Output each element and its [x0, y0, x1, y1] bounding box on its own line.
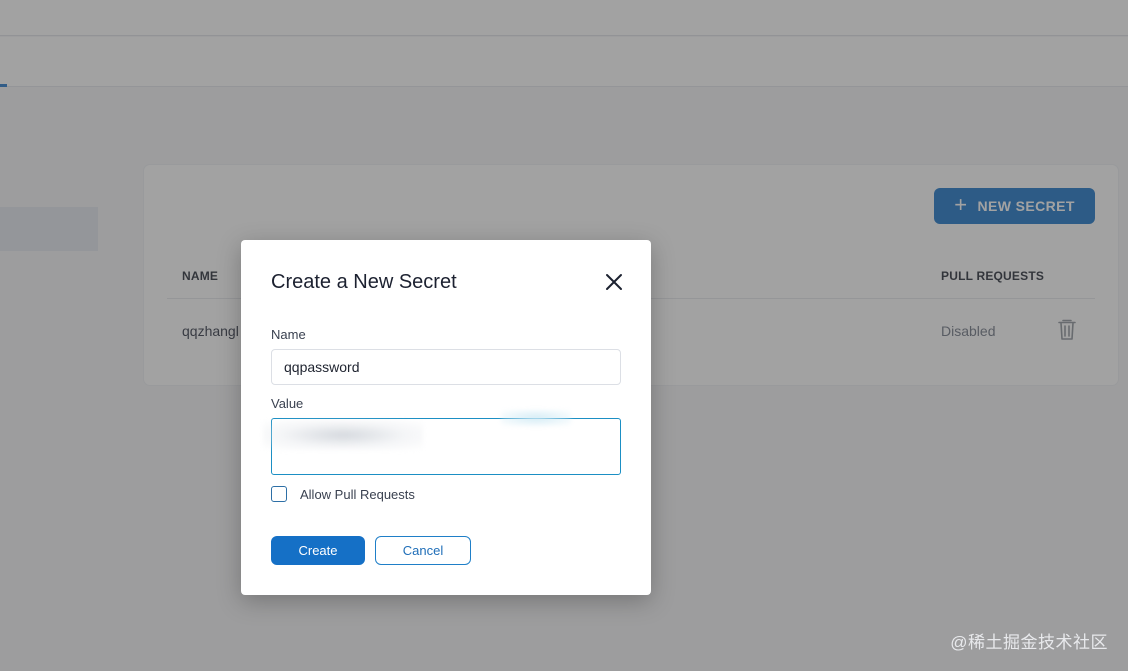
allow-pull-requests-row[interactable]: Allow Pull Requests [271, 486, 415, 502]
watermark: @稀土掘金技术社区 [950, 633, 1108, 652]
create-secret-dialog: Create a New Secret Name Value Allow Pul… [241, 240, 651, 595]
dialog-title: Create a New Secret [271, 271, 457, 293]
cancel-button[interactable]: Cancel [375, 536, 471, 565]
close-icon[interactable] [603, 271, 625, 293]
secret-value-input[interactable] [271, 418, 621, 475]
value-field-label: Value [271, 396, 304, 411]
name-field-label: Name [271, 327, 306, 342]
secret-name-input[interactable] [271, 349, 621, 385]
allow-pull-requests-checkbox[interactable] [271, 486, 287, 502]
allow-pull-requests-label[interactable]: Allow Pull Requests [300, 487, 415, 502]
create-button[interactable]: Create [271, 536, 365, 565]
